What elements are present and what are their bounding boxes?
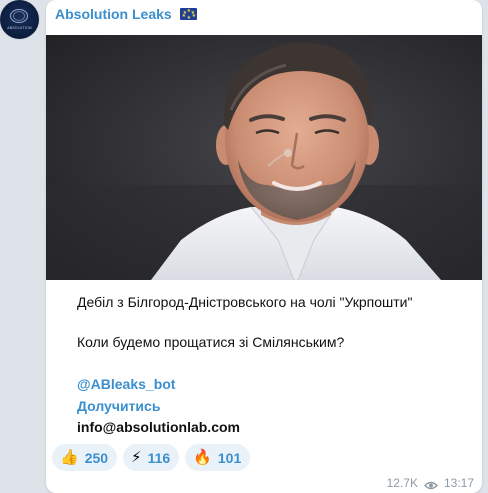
fire-icon: 🔥 (193, 448, 212, 466)
message-bubble: Absolution Leaks ★ ★ ★ ★ ★ ★ Дебіл з Біл… (46, 0, 482, 493)
photo-illustration (46, 35, 482, 280)
post-question: Коли будемо прощатися зі Смілянським? (77, 334, 345, 350)
reaction-lightning[interactable]: ⚡ 116 (123, 444, 180, 471)
post-headline: Дебіл з Білгород-Дністровського на чолі … (77, 294, 413, 310)
sender-name[interactable]: Absolution Leaks (55, 6, 172, 22)
avatar-text: ABSOLUTION (7, 26, 32, 30)
email-contact: info@absolutionlab.com (77, 419, 240, 435)
join-link[interactable]: Долучитись (77, 397, 160, 415)
chat-view: ABSOLUTION Absolution Leaks ★ ★ ★ ★ ★ ★ (0, 0, 488, 493)
reaction-count: 101 (217, 449, 242, 466)
thumbs-up-icon: 👍 (60, 448, 79, 466)
reaction-fire[interactable]: 🔥 101 (185, 444, 251, 471)
view-count: 12.7K (386, 476, 418, 490)
reactions-bar: 👍 250 ⚡ 116 🔥 101 (52, 444, 251, 471)
sender-header[interactable]: Absolution Leaks ★ ★ ★ ★ ★ ★ (55, 6, 197, 22)
eu-flag-icon: ★ ★ ★ ★ ★ ★ (179, 8, 197, 21)
reaction-count: 116 (147, 449, 171, 466)
reaction-count: 250 (84, 449, 109, 466)
message-time: 13:17 (443, 476, 474, 490)
eye-icon (423, 479, 438, 489)
reaction-thumbs-up[interactable]: 👍 250 (52, 444, 118, 471)
lightning-icon: ⚡ (131, 448, 142, 466)
channel-avatar[interactable]: ABSOLUTION (0, 0, 39, 39)
message-meta: 12.7K 13:17 (387, 476, 474, 490)
channel-logo-inner-icon (13, 11, 25, 21)
bot-link[interactable]: @ABleaks_bot (77, 375, 175, 393)
post-photo[interactable] (46, 35, 482, 280)
